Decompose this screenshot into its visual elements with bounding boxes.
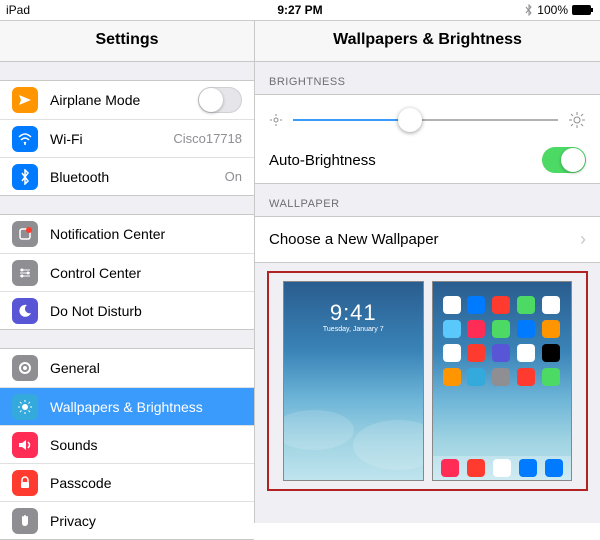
wifi-icon xyxy=(12,126,38,152)
notification-label: Notification Center xyxy=(50,226,242,242)
control-label: Control Center xyxy=(50,265,242,281)
moon-icon xyxy=(12,298,38,324)
brightness-slider[interactable] xyxy=(293,119,558,121)
brightness-low-icon xyxy=(269,113,283,127)
airplane-icon xyxy=(12,87,38,113)
sidebar-group-controls: Notification Center Control Center Do No… xyxy=(0,214,254,330)
sidebar-group-general: General Wallpapers & Brightness Sounds P… xyxy=(0,348,254,540)
sidebar: Settings Airplane Mode Wi-Fi Cisco17718 xyxy=(0,21,255,523)
sidebar-item-control[interactable]: Control Center xyxy=(0,253,254,291)
hand-icon xyxy=(12,508,38,534)
dock xyxy=(433,456,572,480)
sidebar-item-passcode[interactable]: Passcode xyxy=(0,463,254,501)
brightness-section-label: BRIGHTNESS xyxy=(255,62,600,94)
wallpapers-label: Wallpapers & Brightness xyxy=(50,399,242,415)
app-grid xyxy=(433,282,572,386)
control-icon xyxy=(12,260,38,286)
status-bar: iPad 9:27 PM 100% xyxy=(0,0,600,20)
wifi-value: Cisco17718 xyxy=(173,131,242,146)
clock: 9:27 PM xyxy=(0,3,600,17)
choose-wallpaper-row[interactable]: Choose a New Wallpaper › xyxy=(255,216,600,263)
bluetooth-icon xyxy=(12,164,38,190)
choose-wallpaper-label: Choose a New Wallpaper xyxy=(269,231,439,248)
bluetooth-label: Bluetooth xyxy=(50,169,225,185)
bluetooth-value: On xyxy=(225,169,242,184)
brightness-icon xyxy=(12,394,38,420)
lock-icon xyxy=(12,470,38,496)
lock-screen-preview[interactable]: 9:41 Tuesday, January 7 xyxy=(283,281,424,481)
sidebar-item-sounds[interactable]: Sounds xyxy=(0,425,254,463)
home-screen-preview[interactable] xyxy=(432,281,573,481)
sidebar-item-bluetooth[interactable]: Bluetooth On xyxy=(0,157,254,195)
sidebar-item-wallpapers[interactable]: Wallpapers & Brightness xyxy=(0,387,254,425)
auto-brightness-label: Auto-Brightness xyxy=(269,152,376,169)
dnd-label: Do Not Disturb xyxy=(50,303,242,319)
notification-icon xyxy=(12,221,38,247)
chevron-right-icon: › xyxy=(580,229,586,250)
brightness-high-icon xyxy=(568,111,586,129)
auto-brightness-switch[interactable] xyxy=(542,147,586,173)
wallpaper-section-label: WALLPAPER xyxy=(255,184,600,216)
sounds-icon xyxy=(12,432,38,458)
airplane-switch[interactable] xyxy=(198,87,242,113)
sidebar-item-notification[interactable]: Notification Center xyxy=(0,215,254,253)
lock-time: 9:41 xyxy=(284,300,423,326)
sidebar-title: Settings xyxy=(0,21,254,62)
wifi-label: Wi-Fi xyxy=(50,131,173,147)
sidebar-group-network: Airplane Mode Wi-Fi Cisco17718 Bluetooth… xyxy=(0,80,254,196)
sidebar-item-wifi[interactable]: Wi-Fi Cisco17718 xyxy=(0,119,254,157)
sidebar-item-airplane[interactable]: Airplane Mode xyxy=(0,81,254,119)
general-label: General xyxy=(50,360,242,376)
lock-date: Tuesday, January 7 xyxy=(284,326,423,333)
passcode-label: Passcode xyxy=(50,475,242,491)
detail-title: Wallpapers & Brightness xyxy=(255,21,600,62)
sidebar-item-privacy[interactable]: Privacy xyxy=(0,501,254,539)
sidebar-item-dnd[interactable]: Do Not Disturb xyxy=(0,291,254,329)
privacy-label: Privacy xyxy=(50,513,242,529)
gear-icon xyxy=(12,355,38,381)
sounds-label: Sounds xyxy=(50,437,242,453)
detail-pane: Wallpapers & Brightness BRIGHTNESS Auto-… xyxy=(255,21,600,523)
sidebar-item-general[interactable]: General xyxy=(0,349,254,387)
airplane-label: Airplane Mode xyxy=(50,92,198,108)
wallpaper-previews: 9:41 Tuesday, January 7 xyxy=(267,271,588,491)
brightness-panel: Auto-Brightness xyxy=(255,94,600,184)
